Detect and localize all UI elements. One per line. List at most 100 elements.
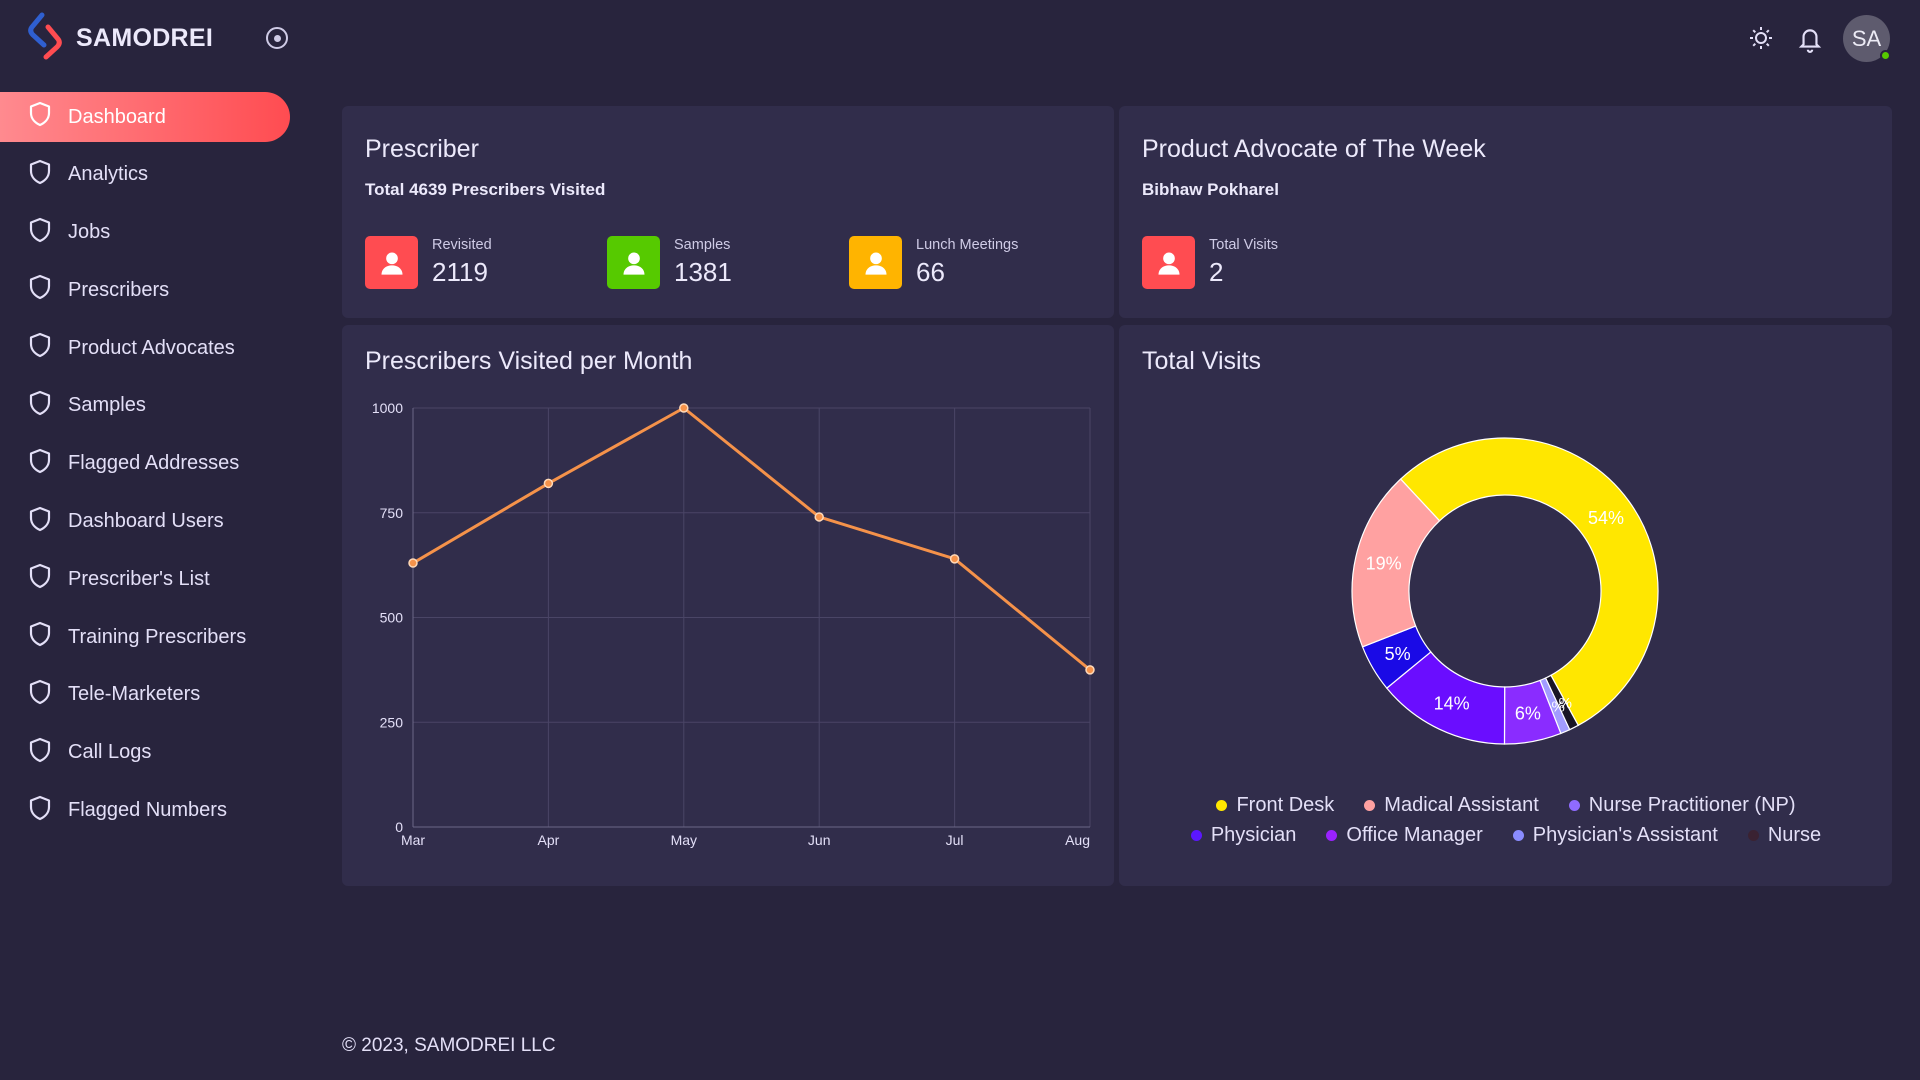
- stat-label: Lunch Meetings: [916, 237, 1019, 253]
- legend-dot-icon: [1190, 830, 1202, 841]
- sidebar-item-label: Flagged Addresses: [68, 452, 240, 475]
- x-tick-label: Aug: [1065, 832, 1090, 848]
- series-line: [412, 406, 1091, 672]
- legend-row: Physician Office Manager Physician's Assis…: [1119, 824, 1893, 847]
- stat-lunch-meetings: Lunch Meetings 66: [849, 236, 1018, 289]
- legend-dot-icon: [1512, 830, 1524, 841]
- avatar-initials: SA: [1851, 25, 1882, 51]
- shield-icon: [28, 563, 52, 595]
- x-tick-label: May: [671, 832, 697, 848]
- stat-value: 2119: [432, 257, 488, 287]
- sidebar-item-flagged-addresses[interactable]: Flagged Addresses: [0, 439, 290, 489]
- sidebar-pin-toggle[interactable]: [266, 27, 288, 49]
- sidebar-item-training-prescribers[interactable]: Training Prescribers: [0, 612, 290, 662]
- legend-label: Physician's Assistant: [1532, 824, 1718, 846]
- sidebar-item-label: Call Logs: [68, 741, 152, 764]
- stat-label: Total Visits: [1209, 237, 1279, 253]
- legend-item[interactable]: Nurse Practitioner (NP): [1568, 794, 1796, 817]
- sidebar-item-product-advocates[interactable]: Product Advocates: [0, 323, 290, 373]
- legend-label: Office Manager: [1346, 824, 1483, 846]
- sidebar-item-prescribers[interactable]: Prescribers: [0, 265, 290, 315]
- stat-revisited: Revisited 2119: [365, 236, 492, 289]
- advocate-name: Bibhaw Pokharel: [1142, 180, 1279, 199]
- online-status-badge: [1880, 50, 1891, 61]
- legend-label: Nurse Practitioner (NP): [1588, 794, 1796, 816]
- sidebar-item-call-logs[interactable]: Call Logs: [0, 728, 290, 778]
- sidebar-item-flagged-numbers[interactable]: Flagged Numbers: [0, 786, 290, 836]
- notifications-bell-icon[interactable]: [1797, 25, 1823, 58]
- sidebar-item-prescriber-s-list[interactable]: Prescriber's List: [0, 554, 290, 604]
- card-subtitle: Total 4639 Prescribers Visited: [365, 180, 606, 199]
- slice-label: 54%: [1588, 508, 1624, 528]
- slice-label: 14%: [1434, 693, 1470, 713]
- sidebar-item-label: Jobs: [68, 221, 111, 244]
- legend-item[interactable]: Madical Assistant: [1364, 794, 1539, 817]
- shield-icon: [28, 737, 52, 769]
- legend-label: Front Desk: [1236, 794, 1335, 816]
- legend-item[interactable]: Nurse: [1747, 824, 1822, 847]
- shield-icon: [28, 332, 52, 364]
- card-title: Prescriber: [365, 135, 479, 163]
- sidebar-item-samples[interactable]: Samples: [0, 381, 290, 431]
- theme-toggle-sun-icon[interactable]: [1749, 26, 1773, 55]
- sidebar-item-jobs[interactable]: Jobs: [0, 208, 290, 258]
- user-avatar[interactable]: SA: [1843, 15, 1891, 62]
- stat-label: Samples: [674, 237, 731, 253]
- shield-icon: [28, 506, 52, 538]
- stat-value: 66: [916, 257, 945, 287]
- slice-label: 19%: [1366, 553, 1402, 573]
- legend-item[interactable]: Office Manager: [1326, 824, 1483, 847]
- data-point: [543, 478, 554, 489]
- shield-icon: [28, 217, 52, 249]
- brand-name: SAMODREI: [76, 24, 214, 52]
- user-icon: [849, 236, 902, 289]
- radio-dot-icon: [273, 34, 281, 42]
- shield-icon: [28, 679, 52, 711]
- line-chart: 02505007501000Mar Apr May Jun Jul Aug: [372, 400, 1095, 848]
- data-point: [814, 512, 824, 522]
- data-point: [949, 554, 960, 564]
- legend-row: Front Desk Madical Assistant Nurse Practit…: [1119, 794, 1893, 817]
- x-tick-label: Jun: [808, 832, 831, 848]
- donut-chart-card: Total Visits 54% 1% 1% 6% 14% 5% 19% Front Des…: [1119, 325, 1892, 886]
- sidebar-item-dashboard-users[interactable]: Dashboard Users: [0, 497, 290, 547]
- sidebar-item-tele-marketers[interactable]: Tele-Marketers: [0, 670, 290, 720]
- sidebar-nav: Dashboard Analytics Jobs Prescribers Product…: [0, 92, 300, 843]
- data-point: [1085, 665, 1095, 675]
- sidebar-item-label: Dashboard: [68, 105, 166, 128]
- y-tick-label: 750: [380, 505, 404, 521]
- slice-label: 5%: [1385, 644, 1411, 664]
- y-tick-label: 1000: [372, 400, 403, 416]
- shield-icon: [28, 795, 52, 827]
- line-chart-card: Prescribers Visited per Month 0 250 500 750…: [342, 325, 1114, 886]
- stat-value: 2: [1209, 257, 1224, 287]
- brand-logo-icon: [28, 12, 62, 65]
- user-icon: [1142, 236, 1195, 289]
- sidebar-item-label: Samples: [68, 394, 146, 417]
- shield-icon: [28, 101, 52, 133]
- stat-total-visits: Total Visits 2: [1142, 236, 1278, 289]
- sidebar-item-dashboard[interactable]: Dashboard: [0, 92, 290, 142]
- footer-copyright: © 2023, SAMODREI LLC: [342, 1035, 556, 1056]
- legend-item[interactable]: Front Desk: [1216, 794, 1334, 817]
- legend-label: Nurse: [1767, 824, 1822, 846]
- legend-label: Physician: [1210, 824, 1297, 846]
- data-point: [408, 558, 418, 568]
- stat-label: Revisited: [432, 237, 492, 253]
- sidebar-item-label: Product Advocates: [68, 336, 235, 359]
- legend-item[interactable]: Physician: [1190, 824, 1297, 847]
- sidebar-item-label: Dashboard Users: [68, 510, 224, 533]
- sidebar-item-label: Tele-Marketers: [68, 683, 201, 706]
- user-icon: [607, 236, 660, 289]
- x-tick-label: Apr: [538, 832, 560, 848]
- brand[interactable]: SAMODREI: [28, 12, 213, 65]
- sidebar-item-label: Training Prescribers: [68, 625, 247, 648]
- legend-item[interactable]: Physician's Assistant: [1512, 824, 1718, 847]
- y-tick-label: 500: [380, 610, 404, 626]
- sidebar-item-analytics[interactable]: Analytics: [0, 150, 290, 200]
- legend-dot-icon: [1364, 800, 1376, 811]
- x-tick-label: Mar: [401, 832, 425, 848]
- x-tick-label: Jul: [946, 832, 964, 848]
- product-advocate-card: Product Advocate of The Week Bibhaw Pokh…: [1119, 106, 1892, 318]
- stat-samples: Samples 1381: [607, 236, 732, 289]
